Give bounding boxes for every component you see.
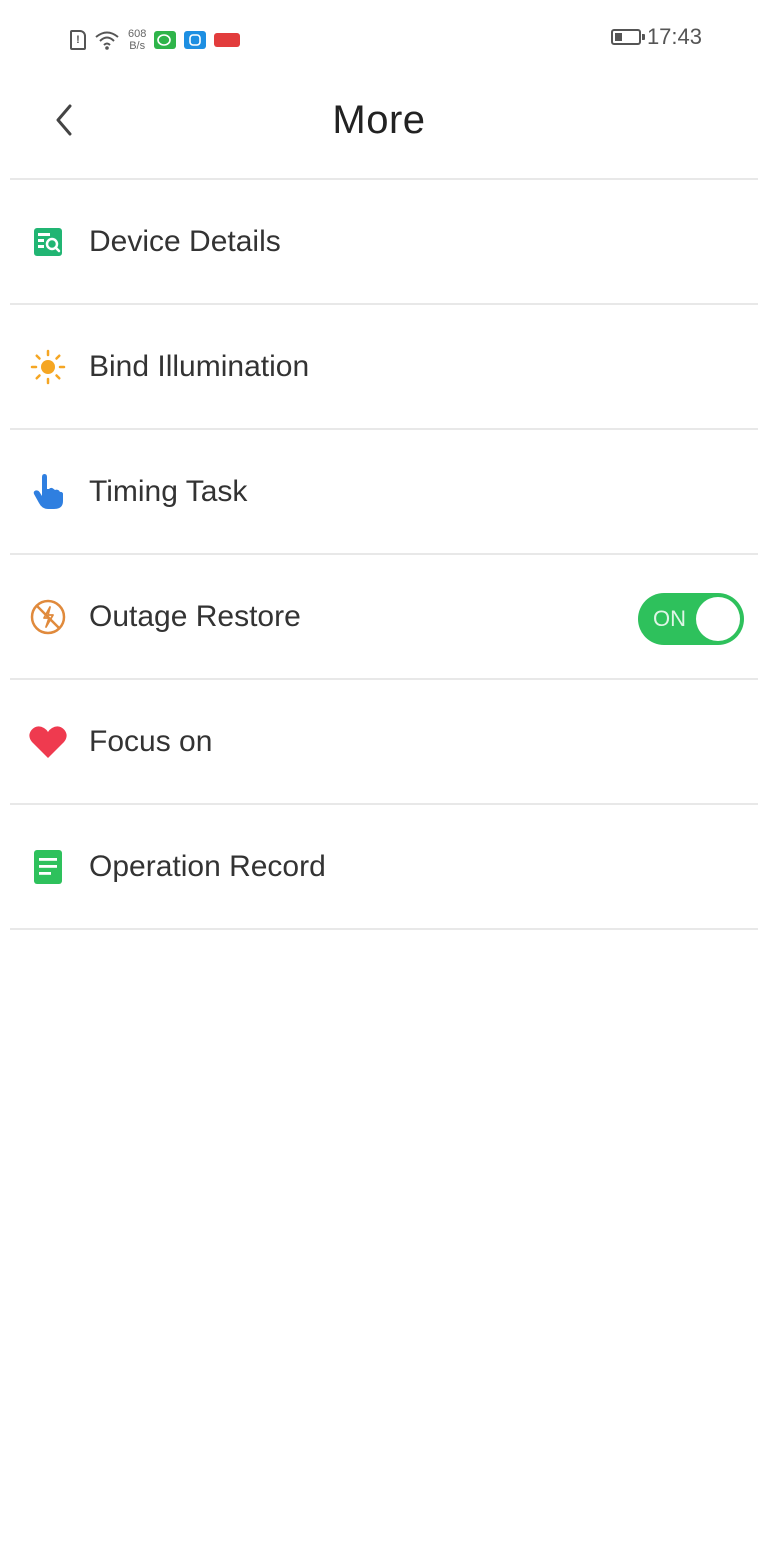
wifi-icon [95, 31, 119, 50]
status-icons-right: 17:43 [610, 24, 702, 50]
menu-item-label: Outage Restore [89, 600, 301, 633]
toggle-label: ON [653, 606, 686, 631]
menu-item-label: Bind Illumination [89, 350, 310, 383]
menu-list: Device Details Bind Illumination Timing … [10, 180, 758, 930]
sim-icon: ! [70, 30, 86, 50]
menu-item-device-details[interactable]: Device Details [10, 180, 758, 305]
menu-item-label: Device Details [89, 225, 281, 258]
toggle-knob [696, 597, 740, 641]
pointer-hand-icon [28, 472, 68, 512]
record-document-icon [28, 847, 68, 887]
status-bar: ! 608 B/s 17:43 [0, 0, 758, 80]
menu-item-timing-task[interactable]: Timing Task [10, 430, 758, 555]
news-icon [214, 33, 241, 47]
outage-restore-toggle[interactable]: ON [638, 593, 744, 645]
heart-icon [28, 722, 68, 762]
menu-item-focus-on[interactable]: Focus on [10, 680, 758, 805]
sun-icon [28, 347, 68, 387]
device-details-icon [28, 222, 68, 262]
net-speed: 608 B/s [128, 28, 146, 52]
battery-icon [610, 29, 645, 45]
menu-item-label: Operation Record [89, 850, 326, 883]
page-title: More [332, 98, 426, 142]
net-speed-value: 608 [128, 28, 147, 40]
status-icons-left: ! 608 B/s [70, 22, 241, 58]
power-outage-icon [28, 597, 68, 637]
menu-item-operation-record[interactable]: Operation Record [10, 805, 758, 930]
menu-item-bind-illumination[interactable]: Bind Illumination [10, 305, 758, 430]
wechat-icon [154, 31, 177, 49]
net-speed-unit: B/s [129, 40, 146, 52]
menu-item-label: Timing Task [89, 475, 248, 508]
menu-item-outage-restore[interactable]: Outage Restore ON [10, 555, 758, 680]
status-time: 17:43 [646, 24, 702, 49]
qq-icon [184, 31, 207, 49]
menu-item-label: Focus on [89, 725, 213, 758]
header: More [0, 80, 758, 180]
